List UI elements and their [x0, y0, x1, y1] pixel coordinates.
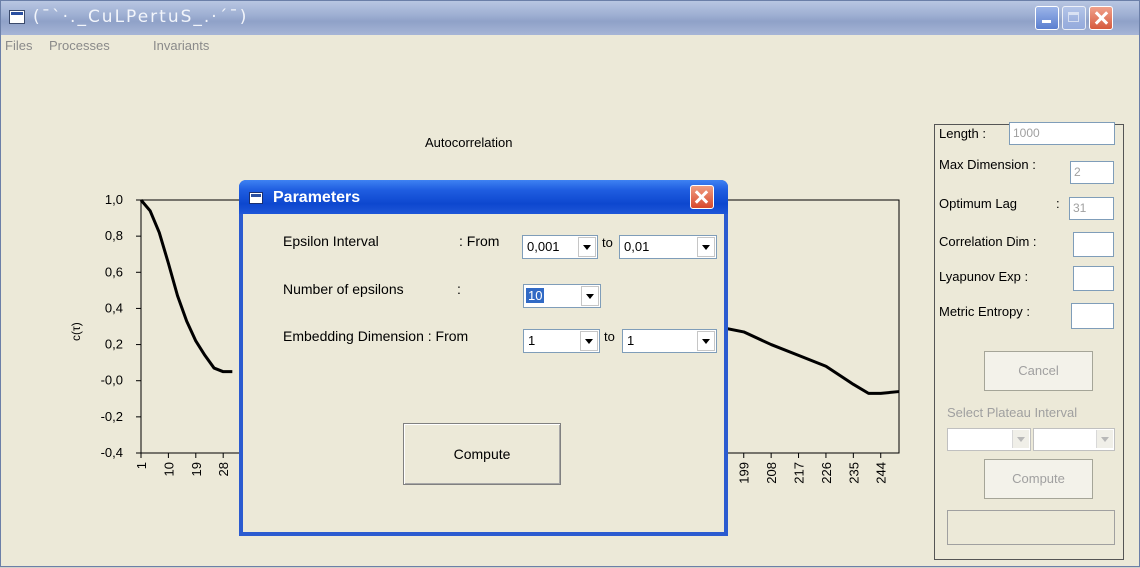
- number-colon: :: [457, 281, 461, 297]
- chevron-down-icon[interactable]: [697, 331, 715, 351]
- chevron-down-icon[interactable]: [578, 237, 596, 257]
- plateau-to-select[interactable]: [1033, 428, 1115, 451]
- lyapunov-field[interactable]: [1073, 266, 1114, 291]
- optimum-lag-colon: :: [1056, 196, 1060, 211]
- chevron-down-icon[interactable]: [581, 286, 599, 306]
- plateau-label: Select Plateau Interval: [947, 405, 1078, 420]
- correlation-dim-label: Correlation Dim :: [939, 234, 1037, 249]
- epsilon-to-label: to: [602, 235, 613, 250]
- y-tick-label: 1,0: [105, 192, 123, 207]
- metric-entropy-label: Metric Entropy :: [939, 304, 1031, 319]
- chevron-down-icon[interactable]: [580, 331, 598, 351]
- x-tick-label: 235: [846, 462, 861, 484]
- x-tick-label: 217: [792, 462, 807, 484]
- x-tick-label: 10: [161, 462, 176, 476]
- embedding-to-select[interactable]: 1: [622, 329, 717, 353]
- y-tick-label: 0,8: [105, 228, 123, 243]
- x-tick-label: 226: [819, 462, 834, 484]
- embedding-from-value: 1: [528, 333, 536, 348]
- epsilon-to-value: 0,01: [624, 239, 650, 254]
- dialog-title: Parameters: [273, 189, 361, 206]
- x-tick-label: 19: [189, 462, 204, 476]
- optimum-lag-field[interactable]: 31: [1069, 197, 1114, 220]
- metric-entropy-field[interactable]: [1071, 303, 1114, 329]
- y-tick-label: -0,0: [101, 373, 123, 388]
- epsilon-to-select[interactable]: 0,01: [619, 235, 717, 259]
- series-line: [139, 199, 233, 374]
- embedding-to-label: to: [604, 329, 615, 344]
- max-dimension-field[interactable]: 2: [1070, 161, 1114, 184]
- series-line: [716, 325, 900, 395]
- chevron-down-icon: [1096, 430, 1113, 448]
- y-tick-label: 0,6: [105, 264, 123, 279]
- dialog-title-bar[interactable]: Parameters: [239, 180, 728, 214]
- correlation-dim-field[interactable]: [1073, 232, 1114, 257]
- x-tick-label: 1: [134, 462, 149, 469]
- parameters-dialog: Parameters Epsilon Interval : From 0,001…: [239, 180, 728, 536]
- epsilon-from-label: : From: [459, 233, 500, 249]
- y-tick-label: -0,4: [101, 445, 123, 460]
- cancel-button[interactable]: Cancel: [984, 351, 1093, 391]
- epsilon-from-value: 0,001: [527, 239, 560, 254]
- epsilon-interval-label: Epsilon Interval: [283, 233, 379, 249]
- chevron-down-icon[interactable]: [697, 237, 715, 257]
- x-tick-label: 208: [764, 462, 779, 484]
- y-tick-label: 0,2: [105, 337, 123, 352]
- x-tick-label: 244: [874, 462, 889, 484]
- number-of-epsilons-label: Number of epsilons: [283, 281, 404, 297]
- length-label: Length :: [939, 126, 986, 141]
- dialog-close-button[interactable]: [690, 185, 714, 209]
- y-tick-label: 0,4: [105, 300, 123, 315]
- lyapunov-label: Lyapunov Exp :: [939, 269, 1029, 284]
- dialog-body: Epsilon Interval : From 0,001 to 0,01 Nu…: [243, 214, 724, 532]
- length-field[interactable]: 1000: [1009, 122, 1115, 145]
- x-tick-label: 199: [737, 462, 752, 484]
- embedding-to-value: 1: [627, 333, 635, 348]
- plateau-from-select[interactable]: [947, 428, 1031, 451]
- chevron-down-icon: [1012, 430, 1029, 448]
- number-of-epsilons-select[interactable]: 10: [523, 284, 601, 308]
- max-dimension-label: Max Dimension :: [939, 157, 1036, 172]
- status-box: [947, 510, 1115, 545]
- optimum-lag-label: Optimum Lag: [939, 196, 1018, 211]
- compute-button[interactable]: Compute: [403, 423, 561, 485]
- embedding-from-select[interactable]: 1: [523, 329, 600, 353]
- number-of-epsilons-value: 10: [526, 288, 545, 303]
- y-tick-label: -0,2: [101, 409, 123, 424]
- panel-compute-button[interactable]: Compute: [984, 459, 1093, 499]
- embedding-dimension-label: Embedding Dimension : From: [283, 328, 469, 344]
- epsilon-from-select[interactable]: 0,001: [522, 235, 598, 259]
- x-tick-label: 28: [216, 462, 231, 476]
- dialog-icon: [249, 192, 263, 204]
- main-window: (¯`·._CuLPertuS_.·´¯) Files Processes In…: [0, 0, 1140, 567]
